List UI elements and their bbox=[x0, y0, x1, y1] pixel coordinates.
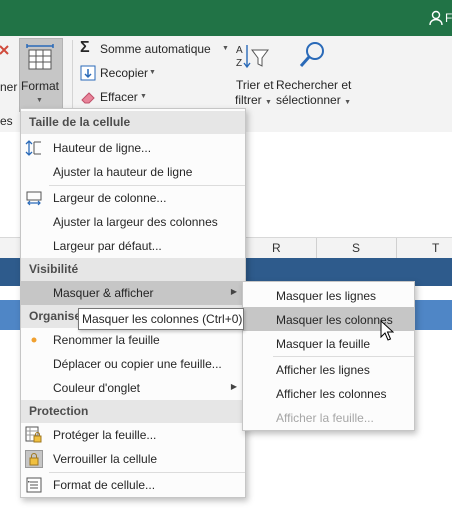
column-divider bbox=[396, 238, 397, 258]
submenu-item-hide-rows[interactable]: Masquer les lignes bbox=[243, 283, 414, 307]
submenu-item-label: Afficher les colonnes bbox=[276, 387, 387, 401]
sigma-icon: Σ bbox=[80, 39, 90, 56]
eraser-icon bbox=[80, 89, 96, 105]
submenu-item-unhide-columns[interactable]: Afficher les colonnes bbox=[243, 381, 414, 405]
column-header-r[interactable]: R bbox=[272, 241, 281, 255]
menu-item-label: Format de cellule... bbox=[53, 478, 156, 492]
submenu-arrow-icon: ▶ bbox=[230, 382, 237, 391]
submenu-item-unhide-sheet: Afficher la feuille... bbox=[243, 405, 414, 429]
submenu-item-unhide-rows[interactable]: Afficher les lignes bbox=[243, 357, 414, 381]
menu-item-label: Largeur par défaut... bbox=[53, 239, 162, 253]
autosum-button[interactable]: Σ Somme automatique ▼ bbox=[80, 39, 230, 60]
hide-unhide-submenu: Masquer les lignes Masquer les colonnes … bbox=[242, 281, 415, 431]
menu-item-label: Largeur de colonne... bbox=[53, 191, 167, 205]
section-visibility: Visibilité bbox=[21, 258, 245, 281]
autosum-caret: ▼ bbox=[222, 45, 229, 52]
fill-button[interactable]: Recopier ▼ bbox=[80, 64, 160, 84]
insert-icon-partial bbox=[0, 40, 12, 63]
section-cell-size: Taille de la cellule bbox=[21, 111, 245, 134]
menu-item-label: Renommer la feuille bbox=[53, 333, 160, 347]
submenu-item-label: Masquer les colonnes bbox=[276, 313, 393, 327]
svg-text:A: A bbox=[236, 45, 243, 56]
menu-item-default-width[interactable]: Largeur par défaut... bbox=[21, 234, 245, 258]
clear-caret: ▼ bbox=[140, 93, 147, 100]
user-account-icon[interactable]: F bbox=[428, 10, 452, 28]
lock-icon bbox=[25, 450, 43, 468]
protect-sheet-icon bbox=[25, 426, 43, 444]
format-menu: Taille de la cellule Hauteur de ligne...… bbox=[20, 108, 246, 498]
menu-item-format-cells[interactable]: Format de cellule... bbox=[21, 473, 245, 497]
submenu-arrow-icon: ▶ bbox=[230, 287, 237, 296]
menu-item-autofit-row-height[interactable]: Ajuster la hauteur de ligne bbox=[21, 160, 245, 184]
format-button[interactable]: Format ▼ bbox=[19, 38, 63, 112]
user-initial: F bbox=[445, 11, 452, 25]
svg-text:Z: Z bbox=[236, 58, 242, 69]
submenu-item-label: Masquer les lignes bbox=[276, 289, 377, 303]
menu-item-protect-sheet[interactable]: Protéger la feuille... bbox=[21, 423, 245, 447]
row-height-icon bbox=[25, 139, 43, 157]
format-dropdown-caret: ▼ bbox=[36, 97, 43, 104]
clear-button[interactable]: Effacer ▼ bbox=[80, 88, 150, 108]
find-select-label-1: Rechercher et bbox=[276, 78, 352, 92]
submenu-item-label: Masquer la feuille bbox=[276, 337, 371, 351]
cells-group-label-partial: es bbox=[0, 114, 13, 128]
menu-item-label: Protéger la feuille... bbox=[53, 428, 157, 442]
menu-item-tab-color[interactable]: Couleur d'onglet ▶ bbox=[21, 376, 245, 400]
menu-item-row-height[interactable]: Hauteur de ligne... bbox=[21, 136, 245, 160]
fill-caret: ▼ bbox=[149, 69, 156, 76]
section-protection: Protection bbox=[21, 400, 245, 423]
mouse-pointer-icon bbox=[380, 319, 395, 342]
column-width-icon bbox=[25, 189, 43, 207]
format-icon bbox=[26, 44, 54, 70]
title-bar: F bbox=[0, 0, 452, 36]
bullet-dot-icon bbox=[25, 331, 43, 349]
menu-item-label: Ajuster la largeur des colonnes bbox=[53, 215, 218, 229]
sort-filter-caret: ▼ bbox=[265, 99, 272, 106]
menu-item-column-width[interactable]: Largeur de colonne... bbox=[21, 186, 245, 210]
column-divider bbox=[316, 238, 317, 258]
submenu-item-label: Afficher les lignes bbox=[276, 363, 370, 377]
menu-item-label: Hauteur de ligne... bbox=[53, 141, 152, 155]
autosum-label: Somme automatique bbox=[100, 42, 211, 56]
format-cells-icon bbox=[25, 476, 43, 494]
insert-cells-label-partial: ner bbox=[0, 80, 18, 94]
sort-filter-label-2: filtrer bbox=[235, 93, 262, 107]
format-label: Format bbox=[21, 79, 60, 93]
menu-item-hide-unhide[interactable]: Masquer & afficher ▶ bbox=[21, 281, 245, 305]
sort-filter-icon: A Z bbox=[236, 42, 270, 75]
shortcut-tooltip: Masquer les colonnes (Ctrl+0) bbox=[78, 308, 244, 330]
menu-item-autofit-column-width[interactable]: Ajuster la largeur des colonnes bbox=[21, 210, 245, 234]
menu-item-label: Verrouiller la cellule bbox=[53, 452, 158, 466]
tooltip-text: Masquer les colonnes (Ctrl+0) bbox=[82, 312, 243, 326]
column-header-s[interactable]: S bbox=[352, 241, 360, 255]
fill-down-icon bbox=[80, 65, 96, 81]
menu-item-label: Déplacer ou copier une feuille... bbox=[53, 357, 222, 371]
find-select-caret: ▼ bbox=[344, 99, 351, 106]
submenu-item-label: Afficher la feuille... bbox=[276, 411, 374, 425]
column-header-t[interactable]: T bbox=[432, 241, 439, 255]
search-icon bbox=[298, 40, 326, 73]
menu-item-label: Masquer & afficher bbox=[53, 286, 154, 300]
menu-item-move-copy-sheet[interactable]: Déplacer ou copier une feuille... bbox=[21, 352, 245, 376]
menu-item-lock-cell[interactable]: Verrouiller la cellule bbox=[21, 447, 245, 471]
menu-item-label: Couleur d'onglet bbox=[53, 381, 141, 395]
find-select-label-2: sélectionner bbox=[276, 93, 341, 107]
find-select-button[interactable]: sélectionner ▼ bbox=[276, 93, 356, 111]
clear-label: Effacer bbox=[100, 90, 138, 104]
fill-label: Recopier bbox=[100, 66, 149, 80]
menu-item-rename-sheet[interactable]: Renommer la feuille bbox=[21, 328, 245, 352]
menu-item-label: Ajuster la hauteur de ligne bbox=[53, 165, 193, 179]
sort-filter-label-1: Trier et bbox=[236, 78, 274, 92]
